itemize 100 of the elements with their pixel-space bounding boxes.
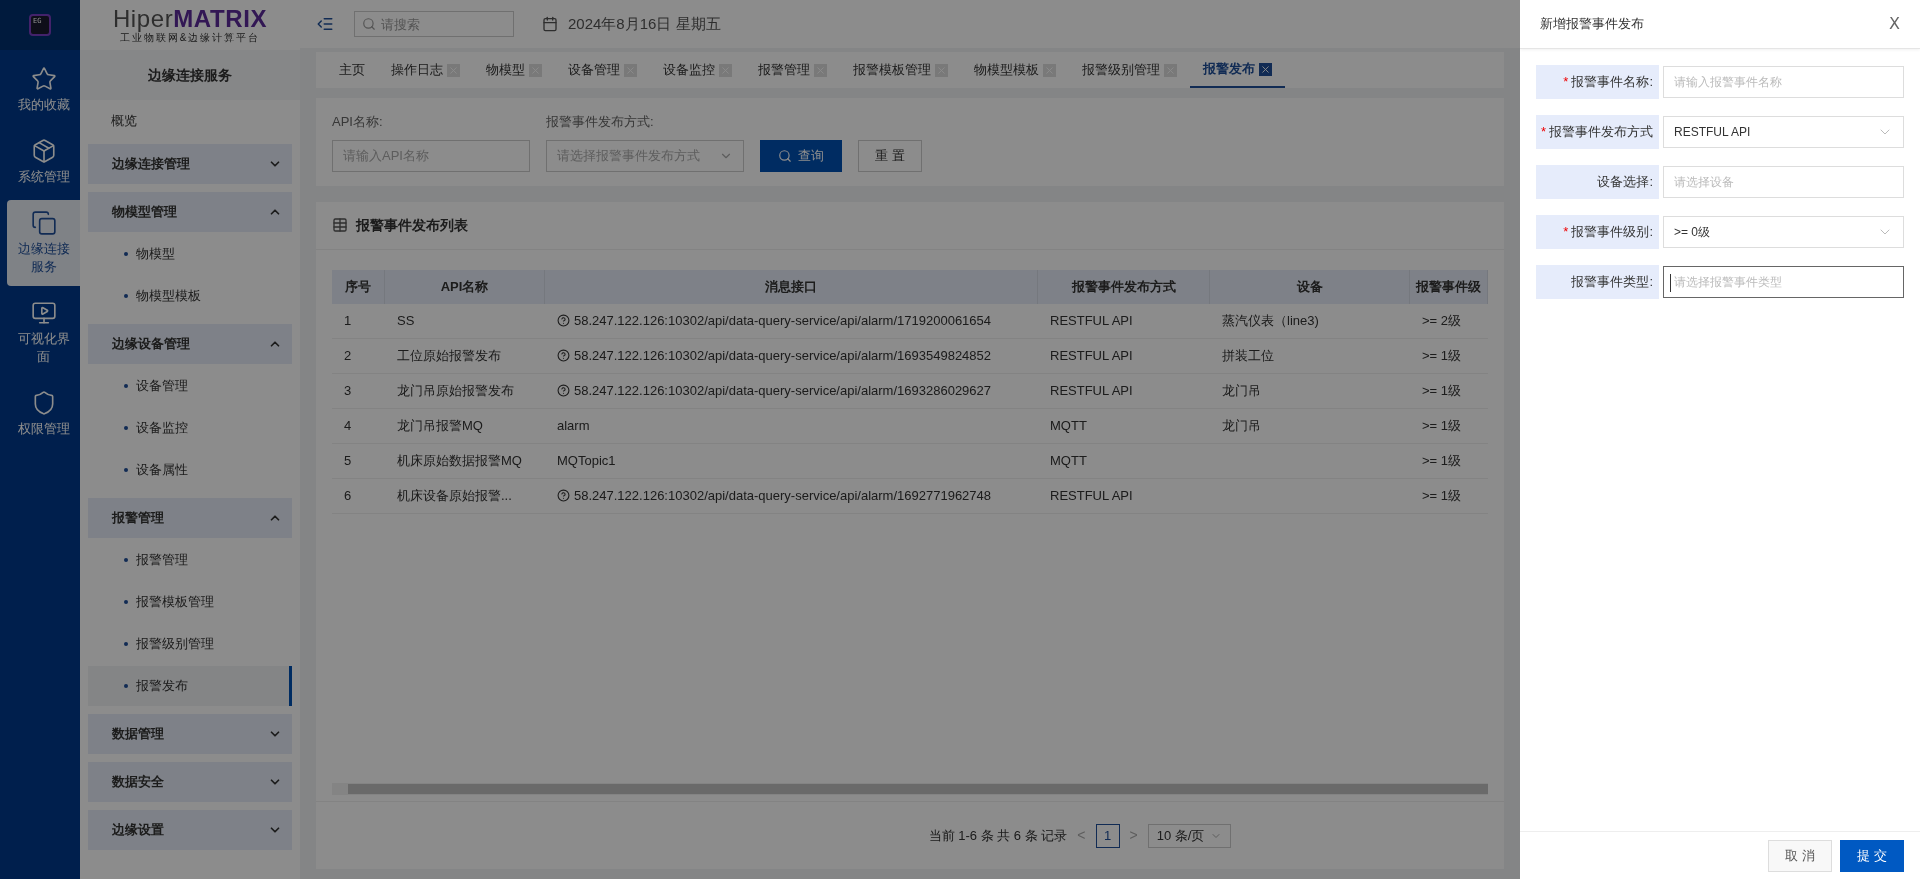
select-field[interactable]: RESTFUL API bbox=[1663, 116, 1904, 148]
table-cell-text: >= 1级 bbox=[1422, 486, 1462, 505]
table-cell-text: MQTT bbox=[1050, 416, 1087, 435]
table-cell-text: 龙门吊原始报警发布 bbox=[397, 381, 514, 400]
sidebar-subitem[interactable]: 设备管理 bbox=[88, 366, 292, 406]
sidebar-subitem[interactable]: 报警模板管理 bbox=[88, 582, 292, 622]
nav-item[interactable]: 权限管理 bbox=[7, 380, 80, 448]
sidebar-subitem[interactable]: 报警级别管理 bbox=[88, 624, 292, 664]
column-header: 消息接口 bbox=[545, 269, 1038, 304]
sidebar-title: 边缘连接服务 bbox=[80, 50, 300, 100]
cancel-button[interactable]: 取 消 bbox=[1768, 839, 1832, 872]
close-button[interactable]: X bbox=[1889, 12, 1900, 36]
sidebar-group[interactable]: 物模型管理 bbox=[88, 192, 292, 232]
column-header: 序号 bbox=[332, 269, 385, 304]
page-button[interactable]: 1 bbox=[1095, 823, 1120, 848]
column-header: 报警事件级 bbox=[1410, 269, 1488, 304]
brand-logo: HiperMATRIX 工业物联网&边缘计算平台 bbox=[111, 4, 269, 45]
input-field[interactable]: 请选择报警事件类型 bbox=[1663, 266, 1904, 298]
table-cell-text: RESTFUL API bbox=[1050, 311, 1133, 330]
search-button[interactable]: 查询 bbox=[760, 139, 842, 172]
tab[interactable]: 操作日志 bbox=[378, 52, 473, 88]
tab[interactable]: 物模型 bbox=[473, 52, 555, 88]
pagination-summary: 当前 1-6 条 共 6 条 记录 bbox=[928, 826, 1068, 845]
table-cell-text: 工位原始报警发布 bbox=[397, 346, 501, 365]
table-cell-text: 5 bbox=[344, 451, 352, 470]
sidebar-group[interactable]: 边缘设备管理 bbox=[88, 324, 292, 364]
table-cell-text: 机床原始数据报警MQ bbox=[397, 451, 522, 470]
table-cell-text: 58.247.122.126:10302/api/data-query-service/api/alarm/1719200061654 bbox=[574, 311, 992, 330]
table-cell-text: 龙门吊 bbox=[1222, 381, 1261, 400]
table-cell-text: 58.247.122.126:10302/api/data-query-service/api/alarm/1693286029627 bbox=[574, 381, 992, 400]
table-icon bbox=[332, 217, 348, 233]
sidebar-subitem[interactable]: 物模型模板 bbox=[88, 276, 292, 316]
sidebar-group[interactable]: 数据安全 bbox=[88, 762, 292, 802]
sidebar-subitem[interactable]: 设备监控 bbox=[88, 408, 292, 448]
search-icon bbox=[362, 17, 376, 31]
page-size-select[interactable]: 10 条/页 bbox=[1147, 823, 1232, 848]
table-title: 报警事件发布列表 bbox=[356, 215, 468, 235]
sidebar-subitem[interactable]: 设备属性 bbox=[88, 450, 292, 490]
sidebar-group[interactable]: 边缘设置 bbox=[88, 810, 292, 850]
table-cell-text: MQTT bbox=[1050, 451, 1087, 470]
tab[interactable]: 报警模板管理 bbox=[840, 52, 961, 88]
table-cell-text: RESTFUL API bbox=[1050, 486, 1133, 505]
star-icon bbox=[30, 66, 57, 92]
tab[interactable]: 设备管理 bbox=[555, 52, 650, 88]
table-cell-text: MQTopic1 bbox=[557, 451, 616, 470]
required-mark: * bbox=[1540, 123, 1546, 142]
table-cell-text: 龙门吊 bbox=[1222, 416, 1261, 435]
select-field[interactable]: >= 0级 bbox=[1663, 216, 1904, 248]
form-label: 报警事件发布方式 bbox=[1549, 123, 1653, 142]
table-cell-text: >= 1级 bbox=[1422, 346, 1462, 365]
nav-item[interactable]: 边缘连接服务 bbox=[7, 200, 80, 286]
submit-button[interactable]: 提 交 bbox=[1840, 839, 1904, 872]
table-cell-text: 58.247.122.126:10302/api/data-query-service/api/alarm/1692771962748 bbox=[574, 486, 992, 505]
nav-item[interactable]: 系统管理 bbox=[7, 128, 80, 196]
text-cursor bbox=[1670, 274, 1671, 292]
tab[interactable]: 报警发布 bbox=[1190, 52, 1285, 88]
table-cell-text: >= 1级 bbox=[1422, 416, 1462, 435]
table-cell-text: 龙门吊报警MQ bbox=[397, 416, 483, 435]
tab[interactable]: 设备监控 bbox=[650, 52, 745, 88]
column-header: API名称 bbox=[385, 269, 545, 304]
tab[interactable]: 物模型模板 bbox=[961, 52, 1069, 88]
menu-icon[interactable] bbox=[316, 15, 334, 33]
form-label: 设备选择: bbox=[1597, 173, 1653, 192]
tab[interactable]: 报警管理 bbox=[745, 52, 840, 88]
close-icon[interactable] bbox=[1259, 62, 1272, 76]
sidebar-group[interactable]: 报警管理 bbox=[88, 498, 292, 538]
required-mark: * bbox=[1563, 223, 1569, 242]
tab[interactable]: 主页 bbox=[326, 52, 378, 88]
field-label: API名称: bbox=[332, 113, 384, 131]
table-cell-text: RESTFUL API bbox=[1050, 346, 1133, 365]
nav-item[interactable]: 可视化界面 bbox=[7, 290, 80, 376]
column-header: 设备 bbox=[1210, 269, 1410, 304]
table-cell-text: alarm bbox=[557, 416, 590, 435]
table-cell-text: 2 bbox=[344, 346, 352, 365]
table-cell-text: >= 2级 bbox=[1422, 311, 1462, 330]
table-cell-text: >= 1级 bbox=[1422, 381, 1462, 400]
table-cell-text: 拼装工位 bbox=[1222, 346, 1274, 365]
date-label: 2024年8月16日 星期五 bbox=[568, 13, 721, 34]
sidebar-group[interactable]: 边缘连接管理 bbox=[88, 144, 292, 184]
reset-button[interactable]: 重 置 bbox=[858, 139, 922, 172]
table-cell-text: 机床设备原始报警... bbox=[397, 486, 512, 505]
required-mark: * bbox=[1563, 73, 1569, 92]
tab[interactable]: 报警级别管理 bbox=[1069, 52, 1190, 88]
sidebar-item[interactable]: 概览 bbox=[80, 106, 300, 136]
table-cell-text: 3 bbox=[344, 381, 352, 400]
table-cell-text: 58.247.122.126:10302/api/data-query-service/api/alarm/1693549824852 bbox=[574, 346, 992, 365]
table-cell-text: 蒸汽仪表（line3) bbox=[1222, 311, 1319, 330]
squares-icon bbox=[30, 210, 57, 236]
sidebar-subitem[interactable]: 报警发布 bbox=[88, 666, 292, 706]
nav-item[interactable]: 我的收藏 bbox=[7, 56, 80, 124]
sidebar-subitem[interactable]: 报警管理 bbox=[88, 540, 292, 580]
drawer-title: 新增报警事件发布 bbox=[1540, 15, 1644, 34]
calendar-icon bbox=[542, 16, 558, 32]
table-cell-text: 4 bbox=[344, 416, 352, 435]
form-label: 报警事件级别: bbox=[1571, 223, 1653, 242]
table-cell-text: RESTFUL API bbox=[1050, 381, 1133, 400]
sidebar-group[interactable]: 数据管理 bbox=[88, 714, 292, 754]
table-cell-text: 6 bbox=[344, 486, 352, 505]
sidebar-subitem[interactable]: 物模型 bbox=[88, 234, 292, 274]
field-label: 报警事件发布方式: bbox=[546, 113, 655, 131]
